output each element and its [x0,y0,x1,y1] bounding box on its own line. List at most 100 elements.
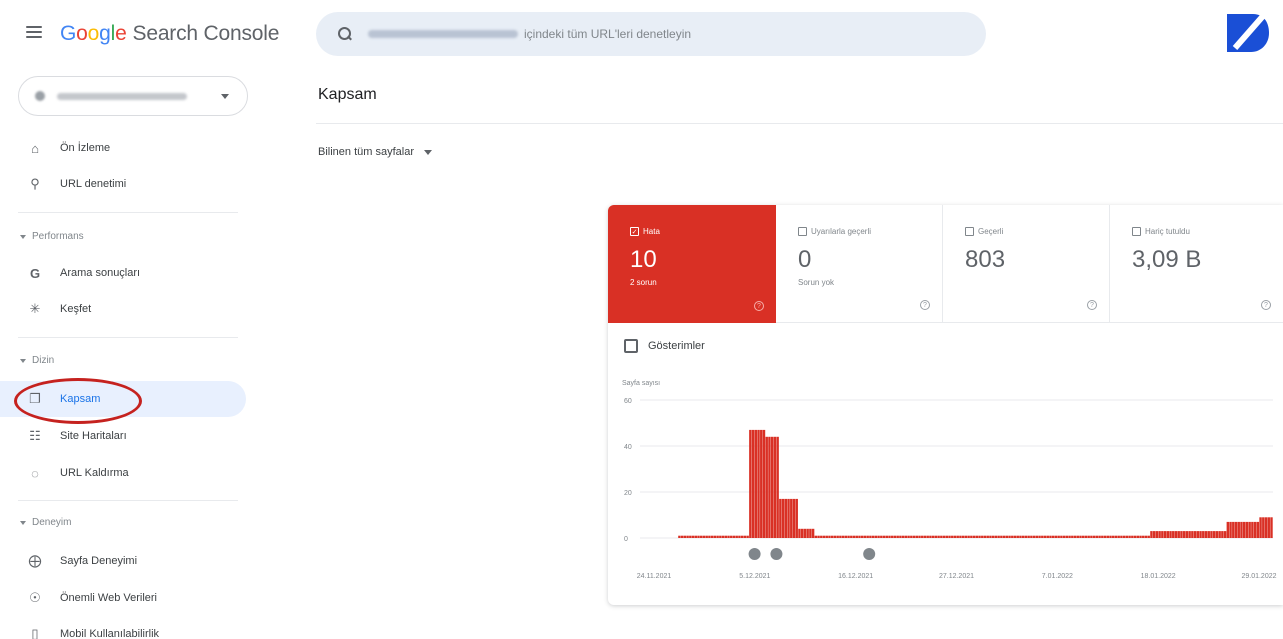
chart-bar[interactable] [975,535,979,538]
chart-bar[interactable] [1147,535,1150,538]
chart-bar[interactable] [942,535,946,538]
sidebar-item-discover[interactable]: ✳ Keşfet [0,291,246,327]
chart-bar[interactable] [1076,535,1079,538]
sidebar-item-removals[interactable]: ◌ URL Kaldırma [0,455,246,491]
chart-bar[interactable] [847,535,850,538]
chart-bar[interactable] [912,535,916,538]
chart-bar[interactable] [708,535,711,538]
chart-bar[interactable] [790,498,793,538]
chart-bar[interactable] [923,535,927,538]
sidebar-item-overview[interactable]: ⌂ Ön İzleme [0,130,246,166]
chart-bar[interactable] [1270,517,1273,538]
chart-bar[interactable] [1267,517,1270,538]
sidebar-item-sitemaps[interactable]: ☷ Site Haritaları [0,418,246,454]
chart-bar[interactable] [901,535,905,538]
chart-bar[interactable] [705,535,708,538]
chart-bar[interactable] [686,535,689,538]
chart-bar[interactable] [680,535,684,538]
chart-bar[interactable] [740,535,744,538]
chart-bar[interactable] [1011,535,1014,538]
chart-bar[interactable] [820,535,823,538]
chart-bar[interactable] [1180,531,1183,538]
chart-bar[interactable] [953,535,957,538]
chart-bar[interactable] [1035,535,1039,538]
chart-bar[interactable] [948,535,951,538]
chart-bar[interactable] [959,535,962,538]
chart-bar[interactable] [1245,521,1249,538]
chart-bar[interactable] [833,535,837,538]
chart-bar[interactable] [719,535,722,538]
chart-bar[interactable] [1259,517,1262,538]
annotation-marker[interactable] [748,548,761,560]
chart-bar[interactable] [896,535,899,538]
chart-bar[interactable] [934,535,938,538]
chart-bar[interactable] [1109,535,1112,538]
chart-bar[interactable] [691,535,695,538]
chart-bar[interactable] [779,498,782,538]
chart-bar[interactable] [1054,535,1058,538]
chart-bar[interactable] [776,436,779,538]
chart-bar[interactable] [1131,535,1134,538]
chart-bar[interactable] [888,535,891,538]
chart-bar[interactable] [891,535,894,538]
chart-bar[interactable] [880,535,883,538]
chart-bar[interactable] [1000,535,1003,538]
chart-bar[interactable] [730,535,733,538]
chart-bar[interactable] [787,498,790,538]
chart-bar[interactable] [1090,535,1093,538]
tile-valid-with-warnings[interactable]: Uyarılarla geçerli 0 Sorun yok ? [776,205,943,323]
chart-bar[interactable] [997,535,1000,538]
chart-bar[interactable] [918,535,921,538]
chart-bar[interactable] [850,535,853,538]
chart-bar[interactable] [1019,535,1022,538]
chart-bar[interactable] [1169,531,1172,538]
chart-bar[interactable] [1060,535,1063,538]
chart-bar[interactable] [1092,535,1096,538]
chart-bar[interactable] [863,535,867,538]
chart-bar[interactable] [1106,535,1109,538]
chart-bar[interactable] [1237,521,1240,538]
chart-bar[interactable] [991,535,995,538]
chart-bar[interactable] [961,535,965,538]
tile-excluded[interactable]: Hariç tutuldu 3,09 B ? [1110,205,1283,323]
chart-bar[interactable] [877,535,880,538]
chart-bar[interactable] [1038,535,1041,538]
annotation-marker[interactable] [863,548,876,560]
chart-bar[interactable] [1215,531,1219,538]
chart-bar[interactable] [844,535,848,538]
chart-bar[interactable] [1240,521,1243,538]
chart-bar[interactable] [1101,535,1104,538]
chart-bar[interactable] [1030,535,1033,538]
chart-bar[interactable] [1223,531,1227,538]
chart-bar[interactable] [757,429,760,538]
chart-bar[interactable] [981,535,984,538]
impressions-toggle[interactable]: Gösterimler [624,339,705,353]
chart-bar[interactable] [1122,535,1126,538]
chart-bar[interactable] [727,535,730,538]
chart-bar[interactable] [1226,521,1230,538]
chart-bar[interactable] [1065,535,1069,538]
chart-bar[interactable] [1232,521,1235,538]
chart-bar[interactable] [1068,535,1071,538]
chart-bar[interactable] [970,535,973,538]
chart-bar[interactable] [1027,535,1030,538]
chart-bar[interactable] [1204,531,1208,538]
chart-bar[interactable] [964,535,968,538]
chart-bar[interactable] [784,498,788,538]
chart-bar[interactable] [760,429,763,538]
chart-bar[interactable] [1242,521,1246,538]
chart-bar[interactable] [1221,531,1224,538]
chart-bar[interactable] [773,436,777,538]
sidebar-item-url-inspection[interactable]: ⚲ URL denetimi [0,166,246,202]
section-performance[interactable]: Performans [20,231,84,242]
chart-bar[interactable] [1248,521,1251,538]
chart-bar[interactable] [893,535,897,538]
chart-bar[interactable] [1032,535,1036,538]
chart-bar[interactable] [855,535,858,538]
chart-bar[interactable] [967,535,970,538]
chart-bar[interactable] [1207,531,1210,538]
chart-bar[interactable] [951,535,954,538]
chart-bar[interactable] [907,535,910,538]
chart-bar[interactable] [1051,535,1055,538]
sidebar-item-search-results[interactable]: G Arama sonuçları [0,255,246,291]
